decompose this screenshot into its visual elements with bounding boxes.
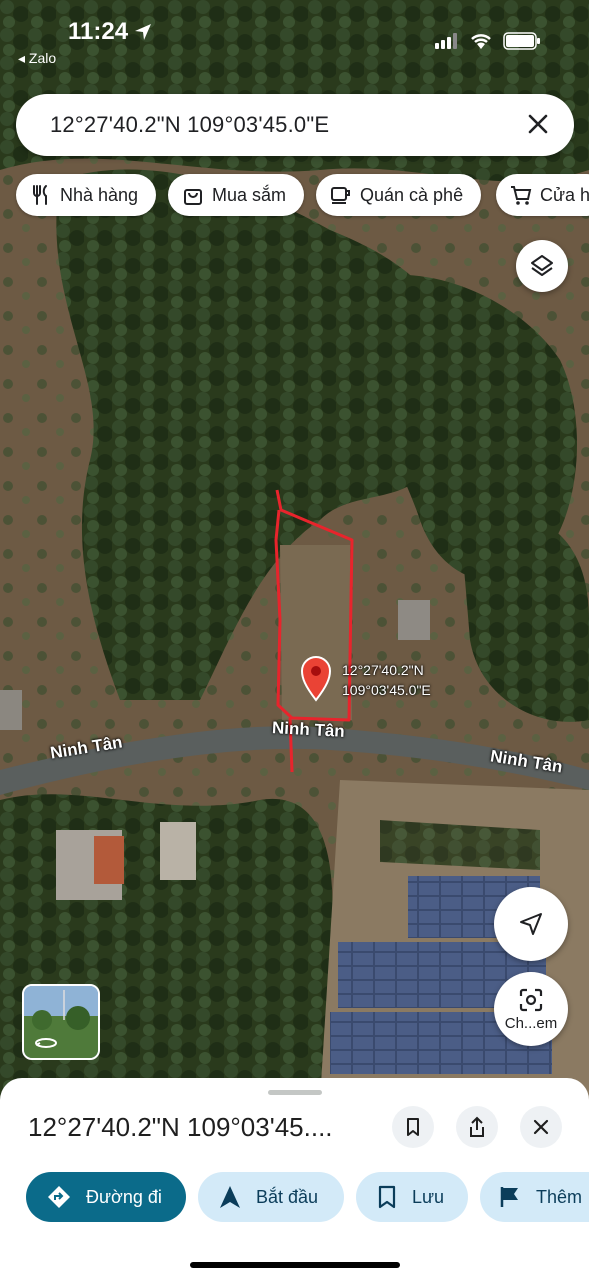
more-label: Thêm <box>536 1186 583 1207</box>
start-button[interactable]: Bắt đầu <box>198 1172 344 1222</box>
directions-button[interactable]: Đường đi <box>26 1172 186 1222</box>
category-chips: Nhà hàng Mua sắm Quán cà phê Cửa h <box>16 174 589 216</box>
layers-button[interactable] <box>516 240 568 292</box>
fork-knife-icon <box>33 185 47 205</box>
directions-icon <box>48 1186 70 1208</box>
chip-shopping[interactable]: Mua sắm <box>168 174 305 216</box>
share-button[interactable] <box>456 1106 498 1148</box>
chip-stores[interactable]: Cửa h <box>496 174 589 216</box>
battery-icon <box>503 32 540 50</box>
road-label-center: Ninh Tân <box>271 718 346 741</box>
layers-icon <box>531 255 553 276</box>
place-title: 12°27'40.2"N 109°03'45.... <box>28 1112 333 1142</box>
chip-label: Mua sắm <box>212 184 287 205</box>
navigation-arrow-icon <box>220 1186 240 1208</box>
search-query[interactable]: 12°27'40.2"N 109°03'45.0"E <box>50 112 329 138</box>
home-indicator[interactable] <box>190 1262 400 1268</box>
chip-label: Cửa h <box>540 184 589 205</box>
chip-label: Quán cà phê <box>360 184 464 205</box>
save-icon-button[interactable] <box>392 1106 434 1148</box>
coffee-cup-icon <box>331 187 350 204</box>
bookmark-icon <box>407 1118 419 1136</box>
pin-longitude: 109°03'45.0"E <box>342 682 431 698</box>
lens-button-label: Ch...em <box>504 1014 558 1032</box>
sheet-drag-handle[interactable] <box>268 1090 322 1095</box>
bookmark-icon <box>378 1185 396 1209</box>
back-to-app-link[interactable]: ◂ Zalo <box>18 50 56 67</box>
navigation-arrow-icon <box>520 913 542 935</box>
wifi-icon <box>471 34 491 49</box>
my-location-button[interactable] <box>494 887 568 961</box>
clock: 11:24 <box>68 18 129 45</box>
chip-restaurants[interactable]: Nhà hàng <box>16 174 157 216</box>
close-icon[interactable] <box>522 108 554 140</box>
lens-button[interactable]: Ch...em <box>494 972 568 1046</box>
rotate-360-icon <box>35 1038 57 1048</box>
location-arrow-icon <box>135 24 151 40</box>
cellular-signal-icon <box>435 33 457 49</box>
flag-icon <box>500 1187 518 1207</box>
start-label: Bắt đầu <box>256 1186 319 1207</box>
share-icon <box>470 1116 484 1137</box>
chip-label: Nhà hàng <box>60 184 139 205</box>
pin-coordinates-label: 12°27'40.2"N 109°03'45.0"E <box>342 660 431 700</box>
status-icons <box>435 32 541 50</box>
camera-lens-icon <box>519 988 543 1011</box>
place-bottom-sheet[interactable]: 12°27'40.2"N 109°03'45.... Đường đi Bắt … <box>0 1078 589 1280</box>
street-view-thumbnail[interactable] <box>22 984 100 1060</box>
pin-latitude: 12°27'40.2"N <box>342 662 424 678</box>
chip-coffee[interactable]: Quán cà phê <box>316 174 482 216</box>
shopping-bag-icon <box>184 189 202 205</box>
close-sheet-button[interactable] <box>520 1106 562 1148</box>
more-button[interactable]: Thêm <box>480 1172 589 1222</box>
cart-icon <box>511 186 532 205</box>
directions-label: Đường đi <box>86 1186 162 1207</box>
status-bar: 11:24 ◂ Zalo <box>0 0 589 70</box>
save-button[interactable]: Lưu <box>356 1172 468 1222</box>
save-label: Lưu <box>412 1186 445 1207</box>
close-icon <box>533 1119 549 1135</box>
search-bar[interactable]: 12°27'40.2"N 109°03'45.0"E <box>16 94 574 156</box>
